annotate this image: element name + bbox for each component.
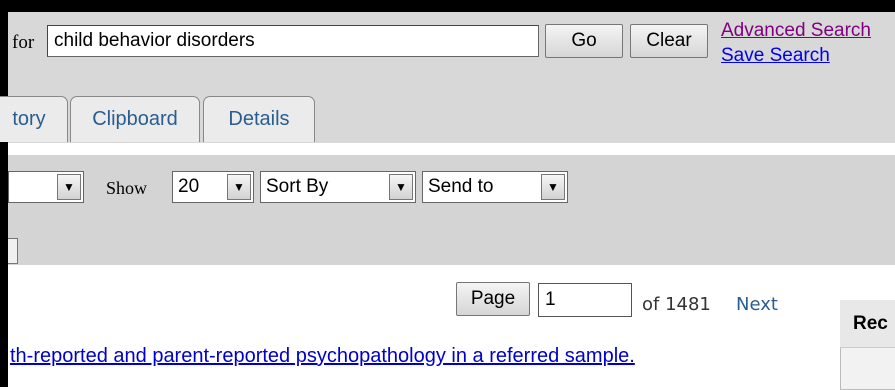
next-page-link[interactable]: Next [736,294,778,315]
show-select-value: 20 [178,176,200,197]
send-to-select[interactable]: Send to ▼ [422,171,568,203]
tab-clipboard[interactable]: Clipboard [70,96,200,142]
divider [8,143,895,155]
show-label: Show [106,178,148,198]
search-for-label: for [12,32,35,53]
go-button[interactable]: Go [545,24,623,58]
sort-by-select[interactable]: Sort By ▼ [260,171,416,203]
tab-history[interactable]: tory [0,96,68,142]
result-title-link[interactable]: th-reported and parent-reported psychopa… [10,345,635,368]
chevron-down-icon: ▼ [389,174,413,200]
chevron-down-icon: ▼ [541,174,565,200]
window-frame-left [0,0,8,387]
format-select[interactable]: ▼ [8,171,84,203]
chevron-down-icon: ▼ [227,174,251,200]
save-search-link[interactable]: Save Search [721,45,830,67]
show-select[interactable]: 20 ▼ [172,171,254,203]
page-button[interactable]: Page [456,282,530,316]
partial-button[interactable] [8,238,18,264]
page-number-input[interactable] [538,283,632,317]
sort-by-select-value: Sort By [266,176,329,197]
window-frame-top [0,0,895,12]
recent-activity-title: Rec [853,313,888,334]
page-count-text: of 1481 [642,294,711,315]
chevron-down-icon: ▼ [57,174,81,200]
search-input[interactable] [47,25,539,57]
clear-button[interactable]: Clear [630,24,708,58]
advanced-search-link[interactable]: Advanced Search [721,20,871,42]
send-to-select-value: Send to [428,176,494,197]
tab-details[interactable]: Details [203,96,315,142]
